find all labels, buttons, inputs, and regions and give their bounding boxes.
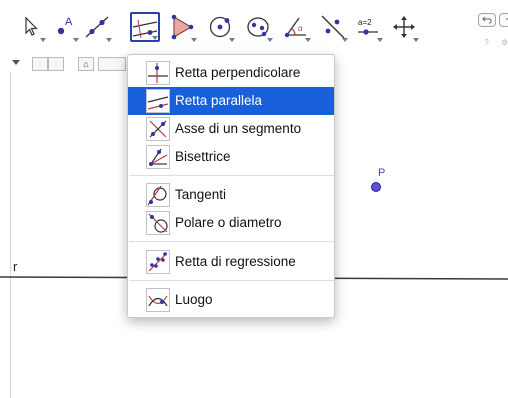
- menu-item-label: Bisettrice: [175, 149, 231, 164]
- tool-caret-icon: [305, 38, 311, 42]
- menu-item-tangents[interactable]: Tangenti: [128, 181, 334, 209]
- angle-tool-button[interactable]: α: [281, 12, 311, 42]
- point-capture-dropdown[interactable]: [98, 57, 126, 71]
- move-view-tool-button[interactable]: [389, 12, 419, 42]
- view-divider: [10, 72, 11, 398]
- slider-tool-button[interactable]: a=2: [353, 12, 383, 42]
- reflect-line-icon: [321, 15, 345, 39]
- special-line-tools-menu: Retta perpendicolare Retta parallela Ass…: [127, 54, 335, 318]
- menu-item-polar-diameter[interactable]: Polare o diametro: [128, 209, 334, 237]
- tool-caret-icon: [413, 38, 419, 42]
- menu-item-label: Tangenti: [175, 187, 227, 202]
- tool-caret-icon: [73, 38, 79, 42]
- tool-caret-icon: [106, 38, 112, 42]
- menu-item-locus[interactable]: Luogo: [128, 286, 334, 314]
- best-fit-line-icon: [146, 250, 170, 274]
- polygon-tool-button[interactable]: [167, 12, 197, 42]
- angle-bisector-icon: [146, 145, 170, 169]
- slider-tool-label: a=2: [358, 18, 372, 27]
- home-icon: ⌂: [83, 59, 89, 69]
- point-p-label: P: [378, 167, 386, 179]
- tool-caret-icon: [377, 38, 383, 42]
- slider-icon: a=2: [358, 18, 378, 35]
- menu-item-label: Retta perpendicolare: [175, 65, 301, 80]
- locus-icon: [146, 288, 170, 312]
- menu-item-label: Retta di regressione: [175, 254, 296, 269]
- help-icon[interactable]: ?: [482, 38, 491, 47]
- parallel-line-icon: [146, 89, 170, 113]
- tool-caret-icon: [267, 38, 273, 42]
- line-tool-button[interactable]: [82, 12, 112, 42]
- point-tool-letter: A: [65, 16, 73, 28]
- tangents-icon: [146, 183, 170, 207]
- conic-tool-button[interactable]: [243, 12, 273, 42]
- menu-item-label: Asse di un segmento: [175, 121, 302, 136]
- settings-icon[interactable]: ⚙: [500, 38, 508, 47]
- menu-item-perpendicular-bisector[interactable]: Asse di un segmento: [128, 115, 334, 143]
- line-r-label: r: [13, 259, 18, 274]
- menu-item-label: Retta parallela: [175, 93, 263, 108]
- move-graphics-view-icon: [393, 16, 415, 38]
- tool-caret-icon: [152, 36, 158, 40]
- tool-caret-icon: [40, 38, 46, 42]
- point-p[interactable]: [371, 182, 381, 192]
- tool-caret-icon: [342, 38, 348, 42]
- tool-caret-icon: [229, 38, 235, 42]
- style-bar: ⌂: [10, 56, 136, 72]
- menu-item-perpendicular-line[interactable]: Retta perpendicolare: [128, 59, 334, 87]
- triangle-icon: [171, 14, 194, 40]
- toolbar: A α a=2 ? ⚙: [0, 0, 508, 54]
- home-button[interactable]: ⌂: [78, 57, 94, 71]
- show-grid-button[interactable]: [48, 57, 64, 71]
- style-bar-toggle-icon[interactable]: [12, 60, 20, 65]
- move-tool-button[interactable]: [16, 12, 46, 42]
- menu-item-label: Luogo: [175, 292, 213, 307]
- menu-item-angle-bisector[interactable]: Bisettrice: [128, 143, 334, 171]
- transform-tool-button[interactable]: [318, 12, 348, 42]
- menu-separator: [129, 241, 334, 242]
- perpendicular-bisector-icon: [146, 117, 170, 141]
- circle-center-point-icon: [209, 16, 231, 38]
- undo-button[interactable]: [478, 13, 496, 27]
- perpendicular-line-icon: [146, 61, 170, 85]
- point-a-icon: A: [57, 16, 73, 35]
- arrow-pointer-icon: [25, 16, 38, 36]
- angle-tool-letter: α: [298, 24, 303, 33]
- circle-tool-button[interactable]: [205, 12, 235, 42]
- line-through-two-points-icon: [85, 16, 109, 38]
- point-tool-button[interactable]: A: [49, 12, 79, 42]
- undo-icon: [482, 16, 492, 24]
- menu-item-parallel-line[interactable]: Retta parallela: [128, 87, 334, 115]
- tool-caret-icon: [191, 38, 197, 42]
- redo-icon: [506, 18, 508, 20]
- show-axes-button[interactable]: [32, 57, 48, 71]
- polar-diameter-icon: [146, 211, 170, 235]
- angle-icon: α: [284, 17, 306, 38]
- special-line-tool-button[interactable]: [130, 12, 160, 42]
- ellipse-icon: [247, 17, 269, 37]
- menu-separator: [129, 280, 334, 281]
- menu-item-label: Polare o diametro: [175, 215, 282, 230]
- menu-separator: [129, 175, 334, 176]
- redo-button[interactable]: [499, 13, 508, 27]
- menu-item-best-fit-line[interactable]: Retta di regressione: [128, 248, 334, 276]
